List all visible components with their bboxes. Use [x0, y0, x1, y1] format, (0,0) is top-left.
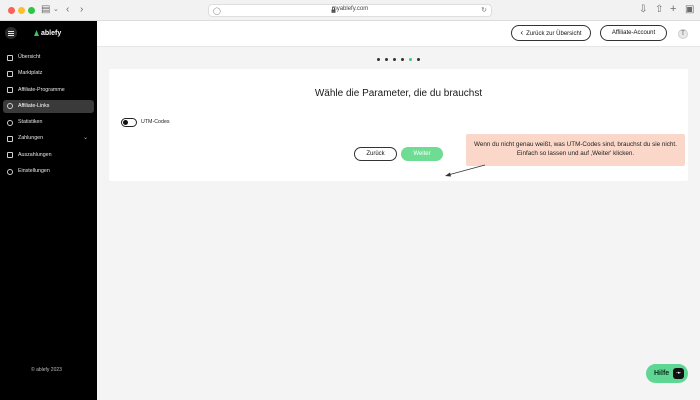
step-dot	[377, 58, 380, 61]
maximize-window-button[interactable]	[28, 7, 35, 14]
page-header: ‹ Zurück zur Übersicht Affiliate-Account	[97, 21, 700, 47]
sidebar-item-affiliate-links[interactable]: Affiliate-Links	[3, 99, 94, 113]
chat-icon: ➛	[673, 368, 684, 379]
sidebar-item-label: Affiliate-Links	[18, 102, 50, 109]
sidebar-item-label: Einstellungen	[18, 168, 50, 175]
sidebar-item-marketplace[interactable]: Marktplatz	[3, 67, 94, 80]
brand-logo[interactable]: ablefy	[34, 30, 61, 37]
help-label: Hilfe	[654, 370, 670, 377]
sidebar-nav: Übersicht Marktplatz Affiliate-Programme…	[3, 51, 94, 181]
chart-icon	[7, 119, 13, 126]
chevron-down-icon[interactable]: ⌄	[83, 132, 88, 145]
step-dot	[385, 58, 388, 61]
back-to-overview-button[interactable]: ‹ Zurück zur Übersicht	[511, 25, 591, 41]
home-icon	[7, 54, 13, 61]
reload-icon[interactable]: ↻	[481, 6, 487, 14]
step-dot-active	[409, 58, 412, 61]
step-dot	[393, 58, 396, 61]
avatar[interactable]: T	[678, 29, 688, 39]
sidebar-item-overview[interactable]: Übersicht	[3, 51, 94, 64]
affiliate-account-label: Affiliate-Account	[611, 30, 656, 36]
download-icon[interactable]: ⇩	[639, 4, 647, 16]
new-tab-icon[interactable]: +	[670, 3, 676, 15]
address-bar[interactable]: ◯ myablefy.com ↻	[208, 4, 492, 17]
url-text: myablefy.com	[331, 6, 369, 12]
sidebar-item-payments[interactable]: Zahlungen ⌄	[3, 132, 94, 145]
sidebar-item-settings[interactable]: Einstellungen	[3, 165, 94, 178]
sidebar-item-label: Statistiken	[18, 119, 43, 126]
sidebar-item-payouts[interactable]: Auszahlungen	[3, 149, 94, 162]
chevron-left-icon: ‹	[520, 28, 524, 37]
hint-arrow	[445, 164, 486, 177]
sidebar-item-statistics[interactable]: Statistiken	[3, 116, 94, 129]
share-icon[interactable]: ⇧	[655, 4, 663, 16]
parameters-card: Wähle die Parameter, die du brauchst UTM…	[109, 69, 688, 181]
sidebar-item-label: Auszahlungen	[18, 151, 52, 158]
sidebar-item-label: Marktplatz	[18, 70, 43, 77]
minimize-window-button[interactable]	[18, 7, 25, 14]
affiliate-account-button[interactable]: Affiliate-Account	[600, 25, 667, 41]
avatar-initial: T	[681, 31, 685, 37]
sidebar-item-label: Übersicht	[18, 54, 41, 60]
step-dot	[401, 58, 404, 61]
chevron-down-icon[interactable]: ⌄	[53, 4, 59, 16]
help-button[interactable]: Hilfe ➛	[646, 364, 688, 383]
forward-arrow-icon[interactable]: ›	[80, 4, 83, 16]
wallet-icon	[7, 152, 13, 159]
sidebar-item-label: Affiliate-Programme	[18, 86, 65, 93]
megaphone-icon	[7, 87, 13, 94]
logo-icon	[34, 30, 39, 36]
tab-overview-icon[interactable]: ▣	[685, 4, 694, 16]
sidebar: ablefy Übersicht Marktplatz Affiliate-Pr…	[0, 21, 97, 400]
sidebar-item-affiliate-programs[interactable]: Affiliate-Programme	[3, 84, 94, 97]
browser-toolbar: ▤ ⌄ ‹ › ◯ myablefy.com ↻ ⇩ ⇧ + ▣	[0, 0, 700, 21]
brand-name: ablefy	[41, 30, 62, 37]
payments-icon	[7, 135, 13, 142]
gear-icon	[7, 168, 13, 175]
back-to-overview-label: Zurück zur Übersicht	[526, 31, 582, 37]
copyright-text: © ablefy 2023	[31, 367, 62, 373]
back-arrow-icon[interactable]: ‹	[66, 4, 69, 16]
main-content: Wähle die Parameter, die du brauchst UTM…	[97, 47, 700, 400]
link-icon	[7, 103, 13, 110]
menu-icon[interactable]	[5, 27, 17, 39]
sidebar-item-label: Zahlungen	[18, 135, 44, 142]
close-window-button[interactable]	[8, 7, 15, 14]
step-dot	[417, 58, 420, 61]
store-icon	[7, 70, 13, 77]
sidebar-toggle-icon[interactable]: ▤	[41, 4, 50, 16]
